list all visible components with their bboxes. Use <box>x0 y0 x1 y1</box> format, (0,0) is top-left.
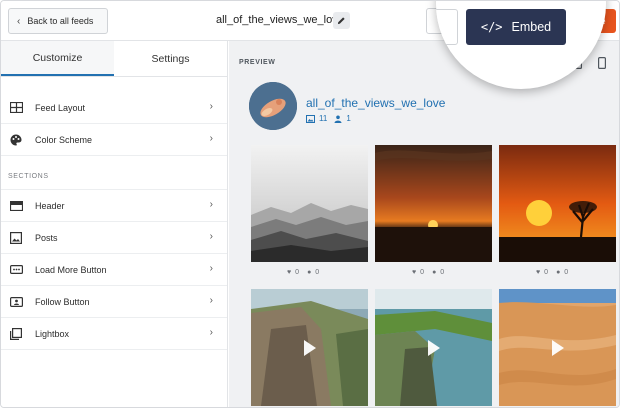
follow-icon <box>9 295 23 309</box>
post-thumbnail-coast-video[interactable] <box>375 289 492 406</box>
likes-count: 0 <box>420 268 425 276</box>
heart-icon: ♥ <box>536 268 541 276</box>
posts-icon <box>9 231 23 245</box>
play-icon <box>303 339 316 356</box>
sidebar-item-label: Posts <box>35 232 58 243</box>
header-icon <box>9 199 23 213</box>
post-meta: ♥ 0 ● 0 <box>287 266 327 278</box>
sections-heading: SECTIONS <box>8 173 49 180</box>
comment-icon: ● <box>556 268 561 276</box>
post-thumbnail-cliff-video[interactable] <box>251 289 368 406</box>
preview-heading: PREVIEW <box>239 59 276 66</box>
back-button-label: Back to all feeds <box>27 16 94 26</box>
profile-avatar <box>249 82 297 130</box>
back-to-feeds-button[interactable]: ‹ Back to all feeds <box>8 8 108 34</box>
comment-icon: ● <box>307 268 312 276</box>
sidebar-item-label: Header <box>35 200 65 211</box>
post-thumbnail-sunset-horizon[interactable] <box>375 145 492 262</box>
sections-menu: Header › Posts › Load More Button › Foll… <box>1 189 227 350</box>
sidebar-item-label: Lightbox <box>35 328 70 339</box>
post-thumbnail-misty-mountains[interactable] <box>251 145 368 262</box>
play-icon <box>551 339 564 356</box>
load-more-icon <box>9 263 23 277</box>
mobile-icon[interactable] <box>594 55 610 71</box>
sidebar-item-color-scheme[interactable]: Color Scheme › <box>1 124 227 156</box>
followers-count: 1 <box>346 114 351 123</box>
sidebar-item-follow-button[interactable]: Follow Button › <box>1 286 227 318</box>
sidebar-item-header[interactable]: Header › <box>1 190 227 222</box>
chevron-right-icon: › <box>209 263 213 274</box>
chevron-right-icon: › <box>209 295 213 306</box>
help-button-magnified <box>436 9 458 45</box>
chevron-right-icon: › <box>209 133 213 144</box>
embed-button-label: Embed <box>511 20 552 34</box>
post-meta: ♥ 0 ● 0 <box>536 266 576 278</box>
profile-username[interactable]: all_of_the_views_we_love <box>306 96 445 110</box>
comments-count: 0 <box>315 268 320 276</box>
profile-stats: 11 1 <box>306 114 358 123</box>
likes-count: 0 <box>544 268 549 276</box>
layout-grid-icon <box>9 101 23 115</box>
sidebar-item-load-more-button[interactable]: Load More Button › <box>1 254 227 286</box>
comments-count: 0 <box>440 268 445 276</box>
chevron-left-icon: ‹ <box>17 15 21 27</box>
embed-button[interactable]: </> Embed <box>466 9 566 45</box>
posts-count: 11 <box>319 114 328 123</box>
sidebar-item-label: Load More Button <box>35 264 107 275</box>
customizer-sidebar: Customize Settings Feed Layout › Color S… <box>1 41 228 407</box>
comments-count: 0 <box>564 268 569 276</box>
lightbox-icon <box>9 327 23 341</box>
tab-customize[interactable]: Customize <box>1 41 114 76</box>
play-icon <box>427 339 440 356</box>
chevron-right-icon: › <box>209 327 213 338</box>
tab-settings[interactable]: Settings <box>114 41 227 76</box>
likes-count: 0 <box>295 268 300 276</box>
sidebar-tabs: Customize Settings <box>1 41 227 77</box>
sidebar-item-lightbox[interactable]: Lightbox › <box>1 318 227 350</box>
palette-icon <box>9 133 23 147</box>
post-thumbnail-sunset-tree[interactable] <box>499 145 616 262</box>
chevron-right-icon: › <box>209 101 213 112</box>
sidebar-item-label: Follow Button <box>35 296 90 307</box>
sidebar-item-feed-layout[interactable]: Feed Layout › <box>1 92 227 124</box>
chevron-right-icon: › <box>209 199 213 210</box>
sidebar-item-label: Color Scheme <box>35 134 93 145</box>
feed-preview: PREVIEW all_of_the_views_we_love 11 1 ♥ … <box>229 41 619 407</box>
code-icon: </> <box>480 20 503 34</box>
main-menu: Feed Layout › Color Scheme › <box>1 92 227 156</box>
image-icon <box>306 114 315 123</box>
user-icon <box>334 115 342 123</box>
comment-icon: ● <box>432 268 437 276</box>
chevron-right-icon: › <box>209 231 213 242</box>
post-thumbnail-dunes-video[interactable] <box>499 289 616 406</box>
pencil-icon[interactable] <box>333 12 350 29</box>
heart-icon: ♥ <box>412 268 417 276</box>
heart-icon: ♥ <box>287 268 292 276</box>
sidebar-item-posts[interactable]: Posts › <box>1 222 227 254</box>
feed-title: all_of_the_views_we_love <box>216 14 344 26</box>
app-window: ‹ Back to all feeds all_of_the_views_we_… <box>0 0 620 408</box>
sidebar-item-label: Feed Layout <box>35 102 86 113</box>
post-meta: ♥ 0 ● 0 <box>412 266 452 278</box>
